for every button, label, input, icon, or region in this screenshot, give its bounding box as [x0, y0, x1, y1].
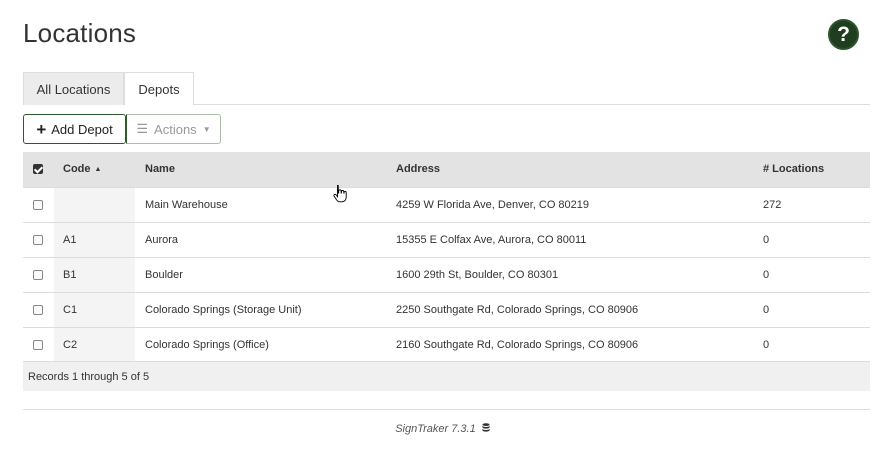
table-row[interactable]: C1 Colorado Springs (Storage Unit) 2250 …	[23, 292, 870, 327]
table-row[interactable]: A1 Aurora 15355 E Colfax Ave, Aurora, CO…	[23, 222, 870, 257]
footer-divider	[23, 409, 870, 410]
hand-cursor-icon	[333, 185, 347, 203]
cell-name: Aurora	[145, 233, 179, 246]
table-row[interactable]: C2 Colorado Springs (Office) 2160 Southg…	[23, 327, 870, 362]
cell-code: A1	[54, 222, 135, 257]
locations-table: Code ▲ Name Address # Locations Main Ware…	[23, 152, 870, 362]
cell-name: Main Warehouse	[145, 198, 228, 211]
tab-depots[interactable]: Depots	[124, 72, 194, 105]
column-header-address[interactable]: Address	[386, 152, 753, 187]
caret-down-icon: ▼	[202, 124, 211, 134]
records-count: Records 1 through 5 of 5	[23, 361, 870, 391]
add-depot-label: Add Depot	[51, 121, 113, 137]
sort-ascending-icon: ▲	[94, 166, 102, 174]
cell-code: C2	[54, 327, 135, 362]
cell-code: B1	[54, 257, 135, 292]
table-row[interactable]: Main Warehouse 4259 W Florida Ave, Denve…	[23, 187, 870, 222]
cell-name: Colorado Springs (Office)	[145, 338, 269, 351]
table-header-row: Code ▲ Name Address # Locations	[23, 152, 870, 187]
cell-address: 2160 Southgate Rd, Colorado Springs, CO …	[396, 338, 639, 351]
row-checkbox[interactable]	[33, 339, 43, 350]
help-icon[interactable]: ?	[828, 19, 859, 50]
actions-label: Actions	[154, 121, 197, 137]
cell-name: Colorado Springs (Storage Unit)	[145, 303, 302, 316]
row-checkbox[interactable]	[33, 269, 43, 280]
column-header-name[interactable]: Name	[135, 152, 386, 187]
cell-code: C1	[54, 292, 135, 327]
cell-locations: 0	[763, 338, 770, 351]
version-text: SignTraker 7.3.1	[395, 423, 476, 435]
add-depot-button[interactable]: + Add Depot	[23, 114, 126, 144]
database-icon	[482, 423, 490, 432]
cell-locations: 0	[763, 233, 770, 246]
column-header-locations[interactable]: # Locations	[753, 152, 870, 187]
column-header-code[interactable]: Code ▲	[54, 152, 135, 187]
actions-dropdown-button[interactable]: ☰ Actions ▼	[126, 114, 221, 144]
tab-all-locations[interactable]: All Locations	[23, 72, 124, 105]
cell-locations: 0	[763, 303, 770, 316]
row-checkbox[interactable]	[33, 234, 43, 245]
cell-address: 1600 29th St, Boulder, CO 80301	[396, 268, 559, 281]
row-checkbox[interactable]	[33, 199, 43, 210]
cell-name: Boulder	[145, 268, 183, 281]
bars-icon: ☰	[136, 121, 149, 136]
page-title: Locations	[23, 18, 137, 48]
table-row[interactable]: B1 Boulder 1600 29th St, Boulder, CO 803…	[23, 257, 870, 292]
plus-icon: +	[36, 119, 47, 139]
cell-address: 4259 W Florida Ave, Denver, CO 80219	[396, 198, 590, 211]
cell-locations: 272	[763, 198, 782, 211]
tab-bar: All Locations Depots	[23, 72, 870, 105]
cell-address: 15355 E Colfax Ave, Aurora, CO 80011	[396, 233, 587, 246]
select-all-checkbox[interactable]	[33, 164, 43, 175]
cell-locations: 0	[763, 268, 770, 281]
footer: SignTraker 7.3.1	[0, 423, 885, 435]
cell-code	[54, 187, 135, 222]
cell-address: 2250 Southgate Rd, Colorado Springs, CO …	[396, 303, 639, 316]
row-checkbox[interactable]	[33, 304, 43, 315]
